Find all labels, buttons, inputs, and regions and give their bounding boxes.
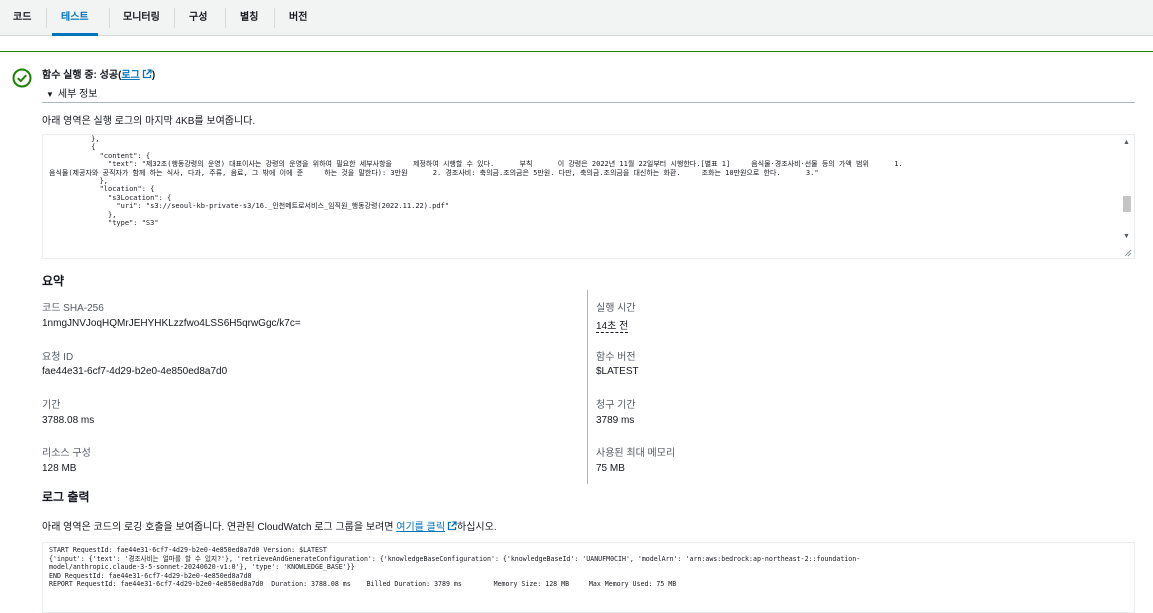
- log-output-text: START RequestId: fae44e31-6cf7-4d29-b2e0…: [43, 543, 1134, 592]
- max-memory-value: 75 MB: [596, 463, 625, 474]
- execution-time-label: 실행 시간: [596, 303, 636, 314]
- tab-monitoring[interactable]: 모니터링: [110, 0, 173, 36]
- log-output-description: 아래 영역은 코드의 로깅 호출을 보여줍니다. 연관된 CloudWatch …: [42, 518, 497, 533]
- duration-value: 3788.08 ms: [42, 415, 95, 426]
- tab-divider: [274, 8, 275, 28]
- vertical-scrollbar[interactable]: ▲ ▼: [1120, 135, 1134, 258]
- code-line: {: [49, 143, 96, 152]
- function-version-value: $LATEST: [596, 366, 639, 377]
- tab-aliases[interactable]: 별칭: [227, 0, 271, 36]
- external-link-icon[interactable]: [447, 521, 457, 531]
- tab-divider: [225, 8, 226, 28]
- billed-duration-label: 청구 기간: [596, 400, 636, 411]
- function-version-label: 함수 버전: [596, 352, 636, 363]
- log-tail-description: 아래 영역은 실행 로그의 마지막 4KB를 보여줍니다.: [42, 116, 256, 127]
- request-id-value: fae44e31-6cf7-4d29-b2e0-4e850ed8a7d0: [42, 366, 228, 377]
- summary-column-divider: [587, 290, 588, 484]
- caret-down-icon[interactable]: ▼: [46, 90, 54, 99]
- code-sha-label: 코드 SHA-256: [42, 303, 104, 314]
- details-divider: [42, 102, 1135, 103]
- resource-config-label: 리소스 구성: [42, 448, 91, 459]
- execution-status-title: 함수 실행 중: 성공(로그): [42, 66, 155, 81]
- tab-divider: [174, 8, 175, 28]
- code-sha-value: 1nmgJNVJoqHQMrJEHYHKLzzfwo4LSS6H5qrwGgc/…: [42, 318, 301, 329]
- max-memory-label: 사용된 최대 메모리: [596, 448, 676, 459]
- code-line: "content": {: [49, 151, 151, 160]
- details-toggle[interactable]: ▼ 세부 정보: [46, 85, 98, 100]
- cloudwatch-link[interactable]: 여기를 클릭: [396, 521, 457, 533]
- code-line: "uri": "s3://seoul-kb-private-s3/16._인천메…: [49, 202, 450, 211]
- log-output-description-prefix: 아래 영역은 코드의 로깅 호출을 보여줍니다. 연관된 CloudWatch …: [42, 522, 397, 533]
- log-output-description-suffix: 하십시오.: [457, 522, 497, 533]
- request-id-label: 요청 ID: [42, 352, 74, 363]
- tab-divider: [46, 8, 47, 28]
- resize-handle-icon[interactable]: [1123, 248, 1132, 257]
- log-link-label[interactable]: 로그: [121, 70, 139, 81]
- code-line: "text": "제32조(행동강령의 운영) 대표이사는 강령의 운영을 위하…: [49, 160, 903, 169]
- code-line: },: [49, 177, 109, 186]
- log-output-box[interactable]: START RequestId: fae44e31-6cf7-4d29-b2e0…: [42, 542, 1135, 613]
- status-suffix: ): [151, 70, 156, 81]
- code-line: {'input': {'text': '경조사비는 얼마를 할 수 있지?'},…: [49, 554, 861, 563]
- code-line: END RequestId: fae44e31-6cf7-4d29-b2e0-4…: [49, 571, 252, 580]
- details-toggle-label[interactable]: 세부 정보: [58, 89, 98, 100]
- code-line: },: [49, 135, 100, 143]
- code-line: model/anthropic.claude-3-5-sonnet-202406…: [49, 563, 355, 571]
- duration-label: 기간: [42, 400, 61, 411]
- resource-config-value: 128 MB: [42, 463, 77, 474]
- code-line: "s3Location": {: [49, 193, 172, 202]
- code-line: REPORT RequestId: fae44e31-6cf7-4d29-b2e…: [49, 580, 677, 588]
- tab-test[interactable]: 테스트: [48, 0, 102, 36]
- execution-result-text: }, { "content": { "text": "제32조(행동강령의 운영…: [43, 135, 1134, 227]
- scroll-up-icon[interactable]: ▲: [1123, 139, 1130, 146]
- code-line: "type": "S3": [49, 219, 159, 228]
- tab-bar: 코드 테스트 모니터링 구성 별칭 버전: [0, 0, 1153, 36]
- code-line: "location": {: [49, 185, 155, 194]
- tab-versions[interactable]: 버전: [276, 0, 320, 36]
- code-line: },: [49, 210, 117, 219]
- billed-duration-value: 3789 ms: [596, 415, 635, 426]
- execution-result-box[interactable]: }, { "content": { "text": "제32조(행동강령의 운영…: [42, 134, 1135, 259]
- code-line: 음식물(제공자와 공직자가 함께 하는 식사, 다과, 주류, 음료, 그 밖에…: [49, 168, 819, 177]
- summary-heading: 요약: [42, 274, 65, 288]
- log-output-heading: 로그 출력: [42, 490, 90, 504]
- scrollbar-thumb[interactable]: [1123, 196, 1131, 212]
- code-line: START RequestId: fae44e31-6cf7-4d29-b2e0…: [49, 546, 327, 554]
- tab-configuration[interactable]: 구성: [176, 0, 220, 36]
- tab-code[interactable]: 코드: [0, 0, 44, 36]
- status-prefix: 함수 실행 중: 성공(: [42, 70, 122, 81]
- scroll-down-icon[interactable]: ▼: [1123, 233, 1130, 240]
- log-link[interactable]: 로그: [121, 69, 152, 81]
- cloudwatch-link-label[interactable]: 여기를 클릭: [396, 522, 445, 533]
- external-link-icon[interactable]: [142, 69, 152, 79]
- success-rule: [0, 51, 1153, 52]
- check-circle-icon: [12, 68, 32, 88]
- execution-time-value[interactable]: 14초 전: [596, 317, 629, 333]
